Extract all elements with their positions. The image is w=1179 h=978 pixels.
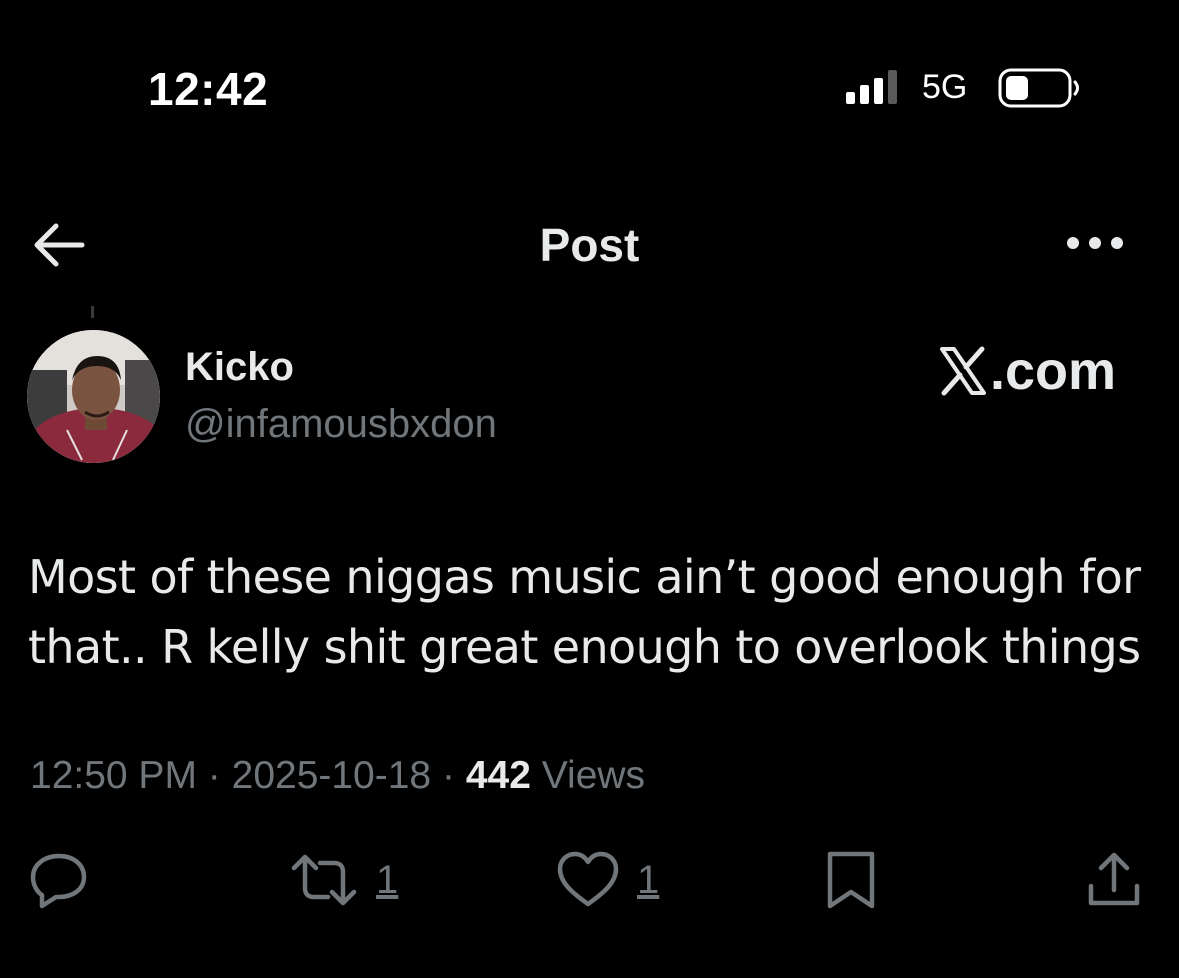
back-arrow-icon[interactable] (30, 218, 88, 272)
more-options-icon[interactable] (1064, 226, 1126, 260)
views-count[interactable]: 442 (466, 754, 531, 797)
post-meta: 12:50 PM · 2025-10-18 · 442 Views (30, 754, 645, 798)
status-time: 12:42 (148, 63, 269, 115)
like-count[interactable]: 1 (637, 858, 659, 903)
post-screen: 12:42 5G Post Kicko @infamousbxdon .com … (0, 0, 1179, 978)
bookmark-icon (827, 851, 875, 909)
avatar-photo (27, 330, 160, 463)
reply-icon (30, 853, 87, 909)
reply-button[interactable] (28, 850, 90, 910)
thread-line (91, 306, 94, 318)
author-handle[interactable]: @infamousbxdon (185, 402, 497, 447)
signal-icon (846, 70, 897, 104)
repost-icon (291, 854, 357, 906)
repost-count[interactable]: 1 (376, 858, 398, 903)
brand-text: .com (990, 341, 1117, 401)
like-button[interactable]: 1 (555, 850, 659, 910)
repost-button[interactable]: 1 (288, 850, 398, 910)
bookmark-button[interactable] (825, 850, 877, 910)
share-icon (1088, 852, 1140, 906)
views-label: Views (541, 754, 646, 797)
x-watermark: .com (938, 340, 1116, 402)
post-time: 12:50 PM (30, 754, 197, 797)
avatar[interactable] (27, 330, 160, 463)
post-date: 2025-10-18 (231, 754, 432, 797)
meta-separator: · (207, 754, 221, 797)
x-logo-icon (940, 346, 986, 396)
page-title: Post (539, 219, 640, 271)
battery-icon (998, 68, 1079, 108)
meta-separator: · (441, 754, 455, 797)
network-type: 5G (922, 68, 968, 106)
post-text: Most of these niggas music ain’t good en… (28, 550, 1141, 674)
author-name[interactable]: Kicko (185, 345, 294, 390)
share-button[interactable] (1086, 850, 1142, 910)
heart-icon (557, 851, 619, 907)
